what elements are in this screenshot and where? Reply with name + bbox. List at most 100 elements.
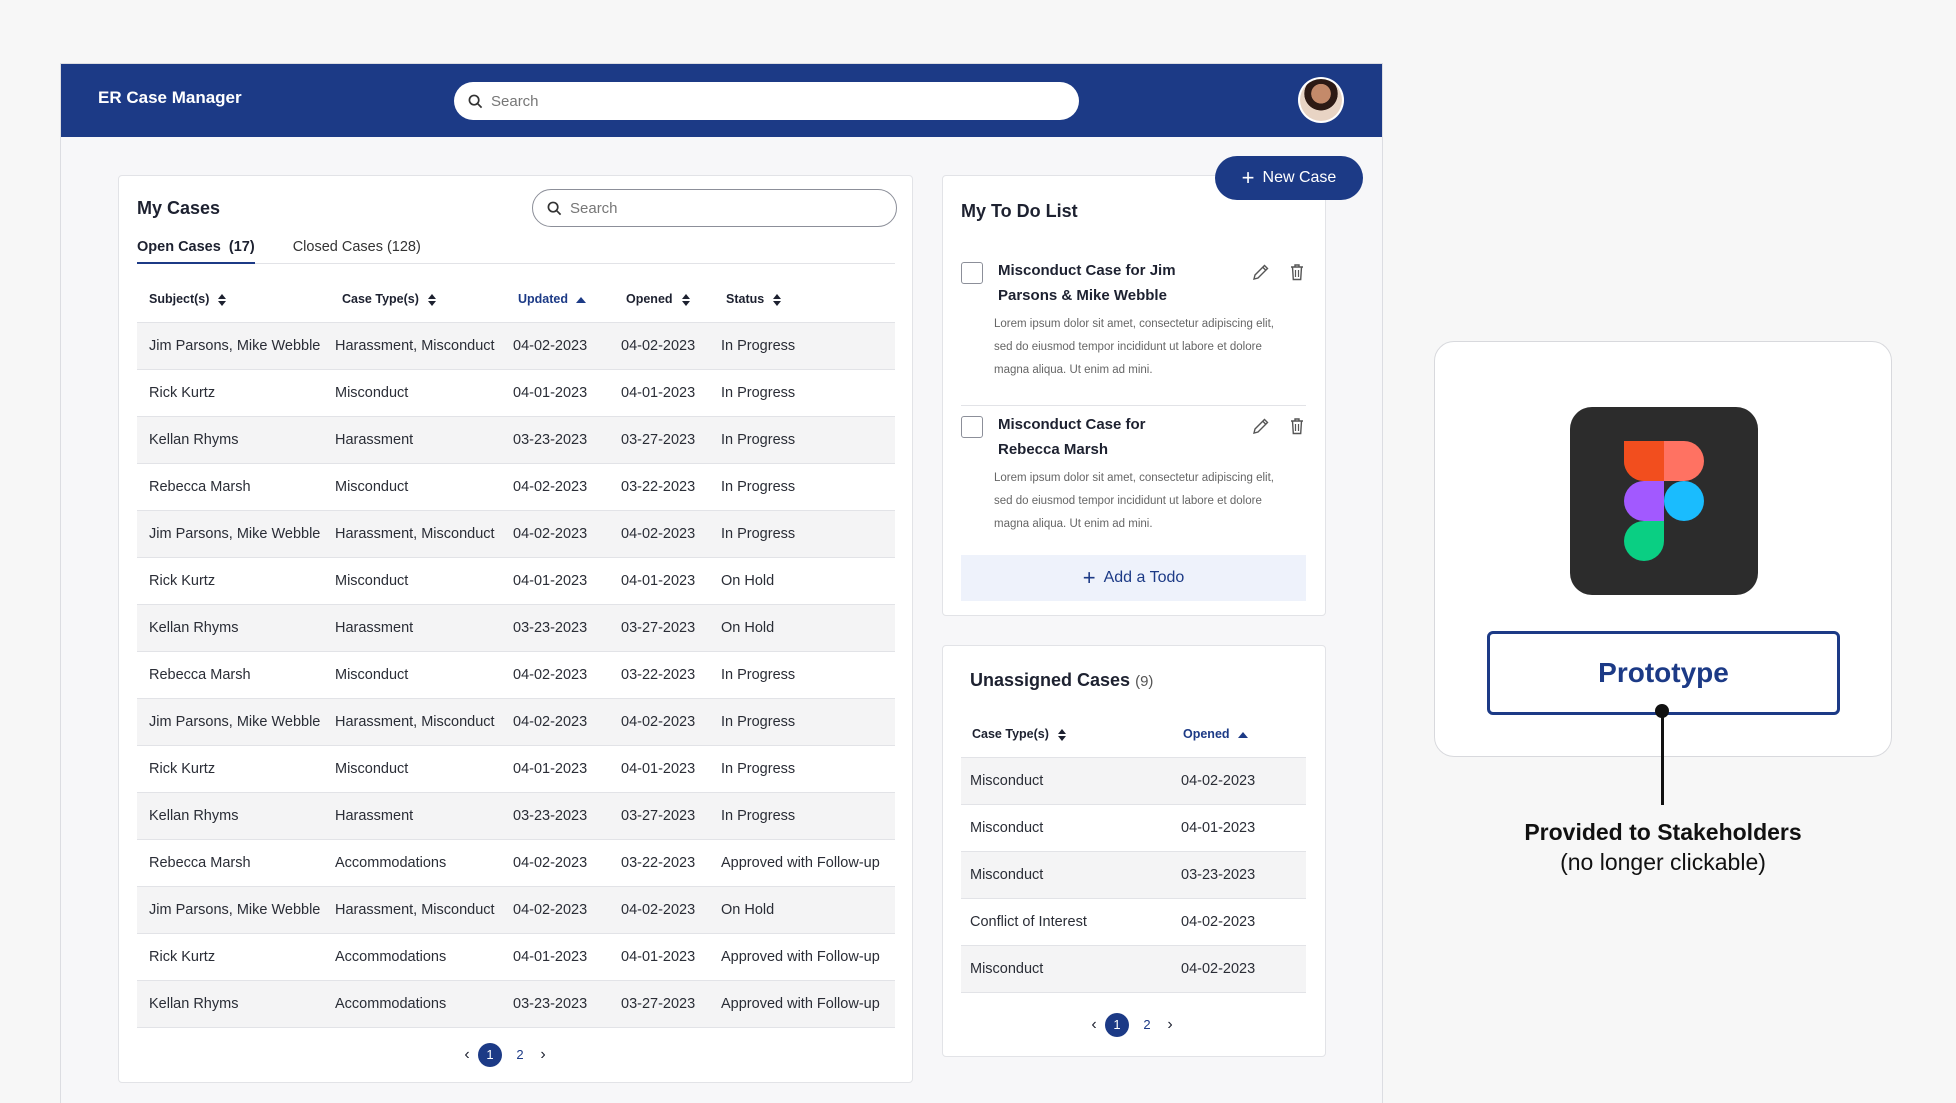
updated-cell: 04-01-2023 [507, 557, 615, 605]
tab-open-cases-label: Open Cases [137, 239, 221, 255]
col-status[interactable]: Status [715, 277, 895, 323]
unassigned-title: Unassigned Cases (9) [970, 670, 1153, 691]
updated-cell: 04-01-2023 [507, 745, 615, 793]
unassigned-header-row: Case Type(s) Opened [961, 712, 1306, 758]
col-opened[interactable]: Opened [615, 277, 715, 323]
case-type-cell: Harassment [327, 604, 507, 652]
table-row[interactable]: Jim Parsons, Mike Webble Harassment, Misc… [137, 322, 895, 370]
updated-cell: 03-23-2023 [507, 980, 615, 1028]
tab-closed-cases[interactable]: Closed Cases (128) [293, 234, 421, 264]
todo-item: Misconduct Case for Jim Parsons & Mike W… [961, 258, 1306, 388]
case-type-cell: Misconduct [327, 651, 507, 699]
avatar[interactable] [1298, 77, 1344, 123]
updated-cell: 03-23-2023 [507, 416, 615, 464]
status-cell: In Progress [715, 322, 895, 370]
chevron-left-icon[interactable]: ‹ [1086, 1016, 1102, 1034]
tab-open-cases[interactable]: Open Cases (17) [137, 234, 255, 264]
table-row[interactable]: Kellan Rhyms Harassment 03-23-2023 03-27-20… [137, 416, 895, 464]
sort-icon [427, 293, 436, 306]
col-case-types[interactable]: Case Type(s) [327, 277, 507, 323]
todo-checkbox[interactable] [961, 416, 983, 438]
table-row[interactable]: Rebecca Marsh Misconduct 04-02-2023 03-22-2… [137, 463, 895, 511]
opened-cell: 04-02-2023 [615, 886, 715, 934]
app-title: ER Case Manager [98, 88, 242, 107]
search-icon [547, 201, 562, 215]
updated-cell: 04-01-2023 [507, 933, 615, 981]
table-row[interactable]: Rebecca Marsh Accommodations 04-02-2023 03-… [137, 839, 895, 887]
status-cell: On Hold [715, 886, 895, 934]
subject-cell: Rebecca Marsh [137, 651, 327, 699]
todo-checkbox[interactable] [961, 262, 983, 284]
col-updated[interactable]: Updated [507, 277, 615, 323]
pencil-icon[interactable] [1251, 262, 1271, 282]
table-row[interactable]: Kellan Rhyms Harassment 03-23-2023 03-27-20… [137, 792, 895, 840]
table-row[interactable]: Rick Kurtz Accommodations 04-01-2023 04-01-… [137, 933, 895, 981]
table-row[interactable]: Jim Parsons, Mike Webble Harassment, Misc… [137, 886, 895, 934]
tab-open-cases-count: (17) [228, 239, 255, 255]
status-cell: In Progress [715, 463, 895, 511]
todo-item-title: Misconduct Case for Rebecca Marsh [998, 416, 1146, 458]
todo-divider [961, 405, 1306, 406]
pencil-icon[interactable] [1251, 416, 1271, 436]
table-row[interactable]: Rick Kurtz Misconduct 04-01-2023 04-01-2023… [137, 745, 895, 793]
app-window: ER Case Manager My Cases Open Cases (17)… [60, 63, 1383, 1103]
table-row[interactable]: Rebecca Marsh Misconduct 04-02-2023 03-22-2… [137, 651, 895, 699]
page-1-button[interactable]: 1 [1105, 1013, 1129, 1037]
col-opened[interactable]: Opened [1171, 712, 1306, 758]
stakeholders-caption: Provided to Stakeholders [1524, 819, 1802, 845]
page-2-button[interactable]: 2 [508, 1043, 532, 1067]
page-2-button[interactable]: 2 [1135, 1013, 1159, 1037]
unassigned-table-body: Misconduct 04-02-2023 Misconduct 04-01-2023… [961, 757, 1306, 993]
table-row[interactable]: Misconduct 04-02-2023 [961, 945, 1306, 993]
subject-cell: Jim Parsons, Mike Webble [137, 886, 327, 934]
table-row[interactable]: Conflict of Interest 04-02-2023 [961, 898, 1306, 946]
table-row[interactable]: Rick Kurtz Misconduct 04-01-2023 04-01-2023… [137, 369, 895, 417]
status-cell: In Progress [715, 792, 895, 840]
subject-cell: Jim Parsons, Mike Webble [137, 322, 327, 370]
opened-cell: 03-27-2023 [615, 604, 715, 652]
opened-cell: 04-02-2023 [1171, 898, 1306, 946]
subject-cell: Kellan Rhyms [137, 416, 327, 464]
page-1-button[interactable]: 1 [478, 1043, 502, 1067]
table-row[interactable]: Misconduct 03-23-2023 [961, 851, 1306, 899]
sort-ascending-icon [1237, 731, 1248, 738]
opened-cell: 04-02-2023 [1171, 945, 1306, 993]
col-subjects[interactable]: Subject(s) [137, 277, 327, 323]
table-row[interactable]: Jim Parsons, Mike Webble Harassment, Misc… [137, 510, 895, 558]
table-row[interactable]: Kellan Rhyms Harassment 03-23-2023 03-27-20… [137, 604, 895, 652]
status-cell: In Progress [715, 651, 895, 699]
table-row[interactable]: Misconduct 04-02-2023 [961, 757, 1306, 805]
chevron-right-icon[interactable]: › [535, 1046, 551, 1064]
subject-cell: Jim Parsons, Mike Webble [137, 510, 327, 558]
table-row[interactable]: Rick Kurtz Misconduct 04-01-2023 04-01-2023… [137, 557, 895, 605]
sort-ascending-icon [576, 296, 586, 303]
case-type-cell: Misconduct [961, 851, 1171, 899]
search-icon [468, 94, 483, 108]
trash-icon[interactable] [1287, 262, 1307, 282]
table-row[interactable]: Misconduct 04-01-2023 [961, 804, 1306, 852]
plus-icon: + [1241, 165, 1255, 190]
col-updated-label: Updated [518, 292, 568, 307]
case-type-cell: Harassment [327, 792, 507, 840]
add-todo-button[interactable]: + Add a Todo [961, 555, 1306, 601]
chevron-right-icon[interactable]: › [1162, 1016, 1178, 1034]
case-type-cell: Accommodations [327, 933, 507, 981]
unassigned-title-label: Unassigned Cases [970, 670, 1131, 690]
case-type-cell: Harassment, Misconduct [327, 886, 507, 934]
cases-header-row: Subject(s) Case Type(s) Updated Opened S… [137, 277, 895, 323]
col-case-types[interactable]: Case Type(s) [961, 712, 1171, 758]
global-search-input[interactable] [491, 92, 1051, 110]
case-type-cell: Misconduct [961, 804, 1171, 852]
status-cell: On Hold [715, 604, 895, 652]
cases-search-input[interactable] [570, 199, 870, 217]
table-row[interactable]: Kellan Rhyms Accommodations 03-23-2023 03-2… [137, 980, 895, 1028]
global-search[interactable] [454, 82, 1079, 120]
trash-icon[interactable] [1287, 416, 1307, 436]
new-case-button[interactable]: + New Case [1215, 156, 1363, 200]
sort-icon [218, 293, 227, 306]
cases-search[interactable] [532, 189, 897, 227]
chevron-left-icon[interactable]: ‹ [459, 1046, 475, 1064]
table-row[interactable]: Jim Parsons, Mike Webble Harassment, Misc… [137, 698, 895, 746]
opened-cell: 03-22-2023 [615, 651, 715, 699]
opened-cell: 04-02-2023 [615, 698, 715, 746]
